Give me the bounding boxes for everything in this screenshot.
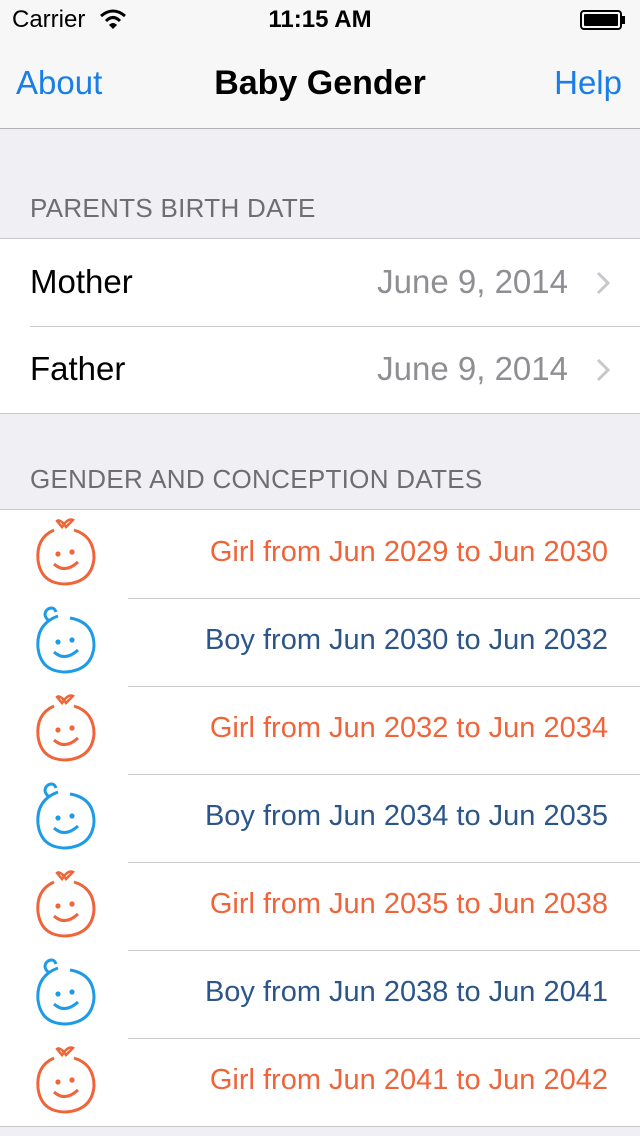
result-row: Boy from Jun 2038 to Jun 2041 — [0, 950, 640, 1038]
battery-icon — [580, 10, 625, 30]
boy-face-icon — [36, 782, 96, 850]
father-date-value: June 9, 2014 — [377, 350, 568, 387]
clock-time: 11:15 AM — [268, 6, 372, 33]
help-button[interactable]: Help — [554, 64, 622, 102]
result-text: Girl from Jun 2041 to Jun 2042 — [209, 1064, 608, 1096]
mother-label: Mother — [30, 263, 133, 300]
result-row: Girl from Jun 2032 to Jun 2034 — [0, 686, 640, 774]
results-list: Girl from Jun 2029 to Jun 2030 Boy from … — [0, 509, 640, 1127]
result-text: Boy from Jun 2038 to Jun 2041 — [204, 976, 608, 1008]
result-row: Boy from Jun 2034 to Jun 2035 — [0, 774, 640, 862]
father-date-row[interactable]: Father June 9, 2014 — [0, 326, 640, 413]
results-section-header: GENDER AND CONCEPTION DATES — [30, 464, 483, 494]
parents-date-group: Mother June 9, 2014 Father June 9, 2014 — [0, 238, 640, 414]
mother-date-value: June 9, 2014 — [377, 263, 568, 300]
father-label: Father — [30, 350, 126, 387]
chevron-right-icon — [596, 358, 610, 382]
girl-face-icon — [36, 694, 96, 762]
mother-date-row[interactable]: Mother June 9, 2014 — [0, 239, 640, 326]
result-text: Boy from Jun 2034 to Jun 2035 — [204, 800, 608, 832]
girl-face-icon — [36, 518, 96, 586]
status-bar: Carrier 11:15 AM — [0, 0, 640, 40]
result-row: Girl from Jun 2041 to Jun 2042 — [0, 1038, 640, 1126]
result-text: Boy from Jun 2030 to Jun 2032 — [204, 624, 608, 656]
result-text: Girl from Jun 2035 to Jun 2038 — [209, 888, 608, 920]
result-row: Boy from Jun 2030 to Jun 2032 — [0, 598, 640, 686]
parents-section-header: PARENTS BIRTH DATE — [30, 193, 316, 223]
boy-face-icon — [36, 958, 96, 1026]
result-text: Girl from Jun 2032 to Jun 2034 — [209, 712, 608, 744]
chevron-right-icon — [596, 271, 610, 295]
result-row: Girl from Jun 2029 to Jun 2030 — [0, 510, 640, 598]
result-row: Girl from Jun 2035 to Jun 2038 — [0, 862, 640, 950]
boy-face-icon — [36, 606, 96, 674]
page-title: Baby Gender — [214, 64, 426, 102]
girl-face-icon — [36, 870, 96, 938]
girl-face-icon — [36, 1046, 96, 1114]
result-text: Girl from Jun 2029 to Jun 2030 — [209, 536, 608, 568]
navigation-bar: About Baby Gender Help — [0, 40, 640, 129]
